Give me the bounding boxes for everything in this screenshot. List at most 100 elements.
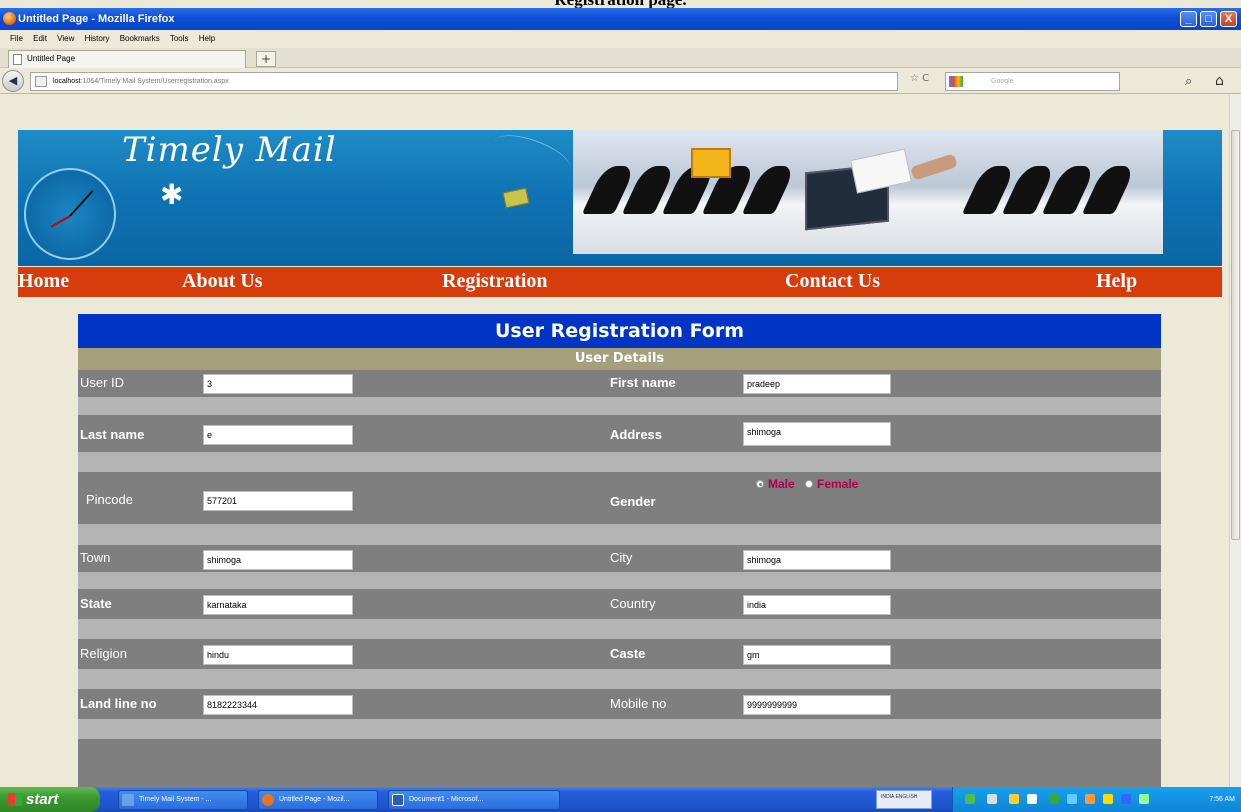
- address-label: Address: [610, 427, 663, 442]
- taskbar-item-label: Untitled Page - Mozil...: [279, 796, 350, 803]
- form-row-separator: [78, 397, 1161, 415]
- last-name-field[interactable]: e: [203, 425, 353, 445]
- form-row: Pincode 577201 Gender Male Female: [78, 472, 1161, 524]
- caste-label: Caste: [610, 646, 646, 661]
- windows-taskbar: start Timely Mail System - ... Untitled …: [0, 787, 1241, 812]
- menu-file[interactable]: File: [10, 34, 23, 43]
- letter-graphic: [850, 148, 912, 194]
- tray-app-icon[interactable]: [987, 794, 997, 804]
- bookmark-star-icon[interactable]: ☆: [910, 73, 919, 84]
- window-title: Untitled Page - Mozilla Firefox: [18, 13, 175, 25]
- window-titlebar: Untitled Page - Mozilla Firefox _ □ X: [0, 8, 1241, 30]
- form-row: [78, 739, 1161, 787]
- menu-bookmarks[interactable]: Bookmarks: [120, 34, 160, 43]
- form-row-separator: [78, 719, 1161, 739]
- close-button[interactable]: X: [1220, 11, 1237, 27]
- tray-app-icon[interactable]: [1121, 794, 1131, 804]
- start-button[interactable]: start: [0, 787, 100, 812]
- menu-edit[interactable]: Edit: [33, 34, 47, 43]
- country-field[interactable]: india: [743, 595, 891, 615]
- taskbar-item-firefox[interactable]: Untitled Page - Mozil...: [258, 790, 378, 810]
- gender-female-radio[interactable]: [805, 480, 813, 488]
- nav-help-link[interactable]: Help: [1096, 267, 1137, 295]
- tray-app-icon[interactable]: [1103, 794, 1113, 804]
- url-host: localhost: [53, 78, 81, 85]
- land-line-field[interactable]: 8182223344: [203, 695, 353, 715]
- address-textarea[interactable]: shimoga: [743, 422, 891, 446]
- town-field[interactable]: shimoga: [203, 550, 353, 570]
- nav-contact-us-link[interactable]: Contact Us: [785, 267, 880, 295]
- form-row: Religion hindu Caste gm: [78, 639, 1161, 669]
- taskbar-item-label: Document1 - Microsof...: [409, 796, 484, 803]
- form-section-title: User Details: [78, 348, 1161, 370]
- tab-strip: Untitled Page +: [0, 48, 1241, 68]
- search-icon[interactable]: ⌕: [1185, 74, 1192, 89]
- nav-registration-link[interactable]: Registration: [442, 267, 548, 295]
- tab-untitled-page[interactable]: Untitled Page: [8, 50, 246, 68]
- tray-app-icon[interactable]: [965, 794, 975, 804]
- site-logo-title: Timely Mail: [122, 130, 337, 170]
- banner-photo: [573, 130, 1163, 254]
- reload-icon[interactable]: C: [922, 73, 929, 84]
- menu-view[interactable]: View: [57, 34, 74, 43]
- maximize-button[interactable]: □: [1200, 11, 1217, 27]
- page-caption: Registration page.: [0, 0, 1241, 8]
- tray-app-icon[interactable]: [1067, 794, 1077, 804]
- clock-hand: [69, 190, 94, 217]
- religion-label: Religion: [80, 646, 127, 661]
- religion-field[interactable]: hindu: [203, 645, 353, 665]
- taskbar-item-document[interactable]: Document1 - Microsof...: [388, 790, 560, 810]
- pincode-label: Pincode: [86, 492, 133, 507]
- menu-tools[interactable]: Tools: [170, 34, 189, 43]
- menu-help[interactable]: Help: [199, 34, 215, 43]
- country-label: Country: [610, 596, 656, 611]
- form-row: User ID 3 First name pradeep: [78, 370, 1161, 397]
- site-identity-icon[interactable]: [35, 76, 47, 87]
- tray-app-icon[interactable]: [1009, 794, 1019, 804]
- city-field[interactable]: shimoga: [743, 550, 891, 570]
- minimize-button[interactable]: _: [1180, 11, 1197, 27]
- search-input[interactable]: Google: [945, 72, 1120, 91]
- pincode-field[interactable]: 577201: [203, 491, 353, 511]
- url-bar-icons: ☆ C: [910, 73, 929, 84]
- last-name-label: Last name: [80, 427, 145, 442]
- tray-app-icon[interactable]: [1085, 794, 1095, 804]
- tray-app-icon[interactable]: [1027, 794, 1037, 804]
- first-name-field[interactable]: pradeep: [743, 374, 891, 394]
- home-icon[interactable]: ⌂: [1215, 73, 1224, 89]
- system-tray: 7:56 AM: [952, 787, 1241, 812]
- gender-male-radio[interactable]: [756, 480, 764, 488]
- form-row: Land line no 8182223344 Mobile no 999999…: [78, 689, 1161, 719]
- form-row: State karnataka Country india: [78, 589, 1161, 619]
- language-bar[interactable]: INDIA ENGLISH: [876, 790, 932, 809]
- mobile-no-field[interactable]: 9999999999: [743, 695, 891, 715]
- taskbar-item-timely-mail[interactable]: Timely Mail System - ...: [118, 790, 248, 810]
- clock-graphic: [24, 168, 116, 260]
- gender-female-label[interactable]: Female: [817, 477, 858, 491]
- google-icon[interactable]: [949, 76, 963, 87]
- tray-app-icon[interactable]: [1139, 794, 1149, 804]
- caste-field[interactable]: gm: [743, 645, 891, 665]
- form-row-separator: [78, 524, 1161, 545]
- folder-icon: [122, 794, 134, 806]
- url-bar[interactable]: localhost:1064/Timely Mail System/Userre…: [30, 72, 898, 91]
- back-button[interactable]: ◀: [2, 70, 24, 92]
- scrollbar-thumb[interactable]: [1231, 130, 1240, 540]
- nav-about-us-link[interactable]: About Us: [182, 267, 263, 295]
- form-row: Town shimoga City shimoga: [78, 545, 1161, 572]
- hand-graphic: [909, 153, 959, 181]
- user-id-field[interactable]: 3: [203, 374, 353, 394]
- gender-male-label[interactable]: Male: [768, 477, 795, 491]
- navigation-bar: ◀ localhost:1064/Timely Mail System/User…: [0, 68, 1241, 94]
- new-tab-button[interactable]: +: [256, 51, 276, 67]
- state-field[interactable]: karnataka: [203, 595, 353, 615]
- state-label: State: [80, 596, 112, 611]
- tray-app-icon[interactable]: [1049, 794, 1059, 804]
- tab-title: Untitled Page: [27, 54, 76, 63]
- menu-history[interactable]: History: [85, 34, 110, 43]
- tray-clock[interactable]: 7:56 AM: [1209, 787, 1235, 812]
- windows-flag-icon: [8, 793, 22, 806]
- word-icon: [392, 794, 404, 806]
- city-label: City: [610, 550, 633, 565]
- nav-home-link[interactable]: Home: [18, 267, 69, 295]
